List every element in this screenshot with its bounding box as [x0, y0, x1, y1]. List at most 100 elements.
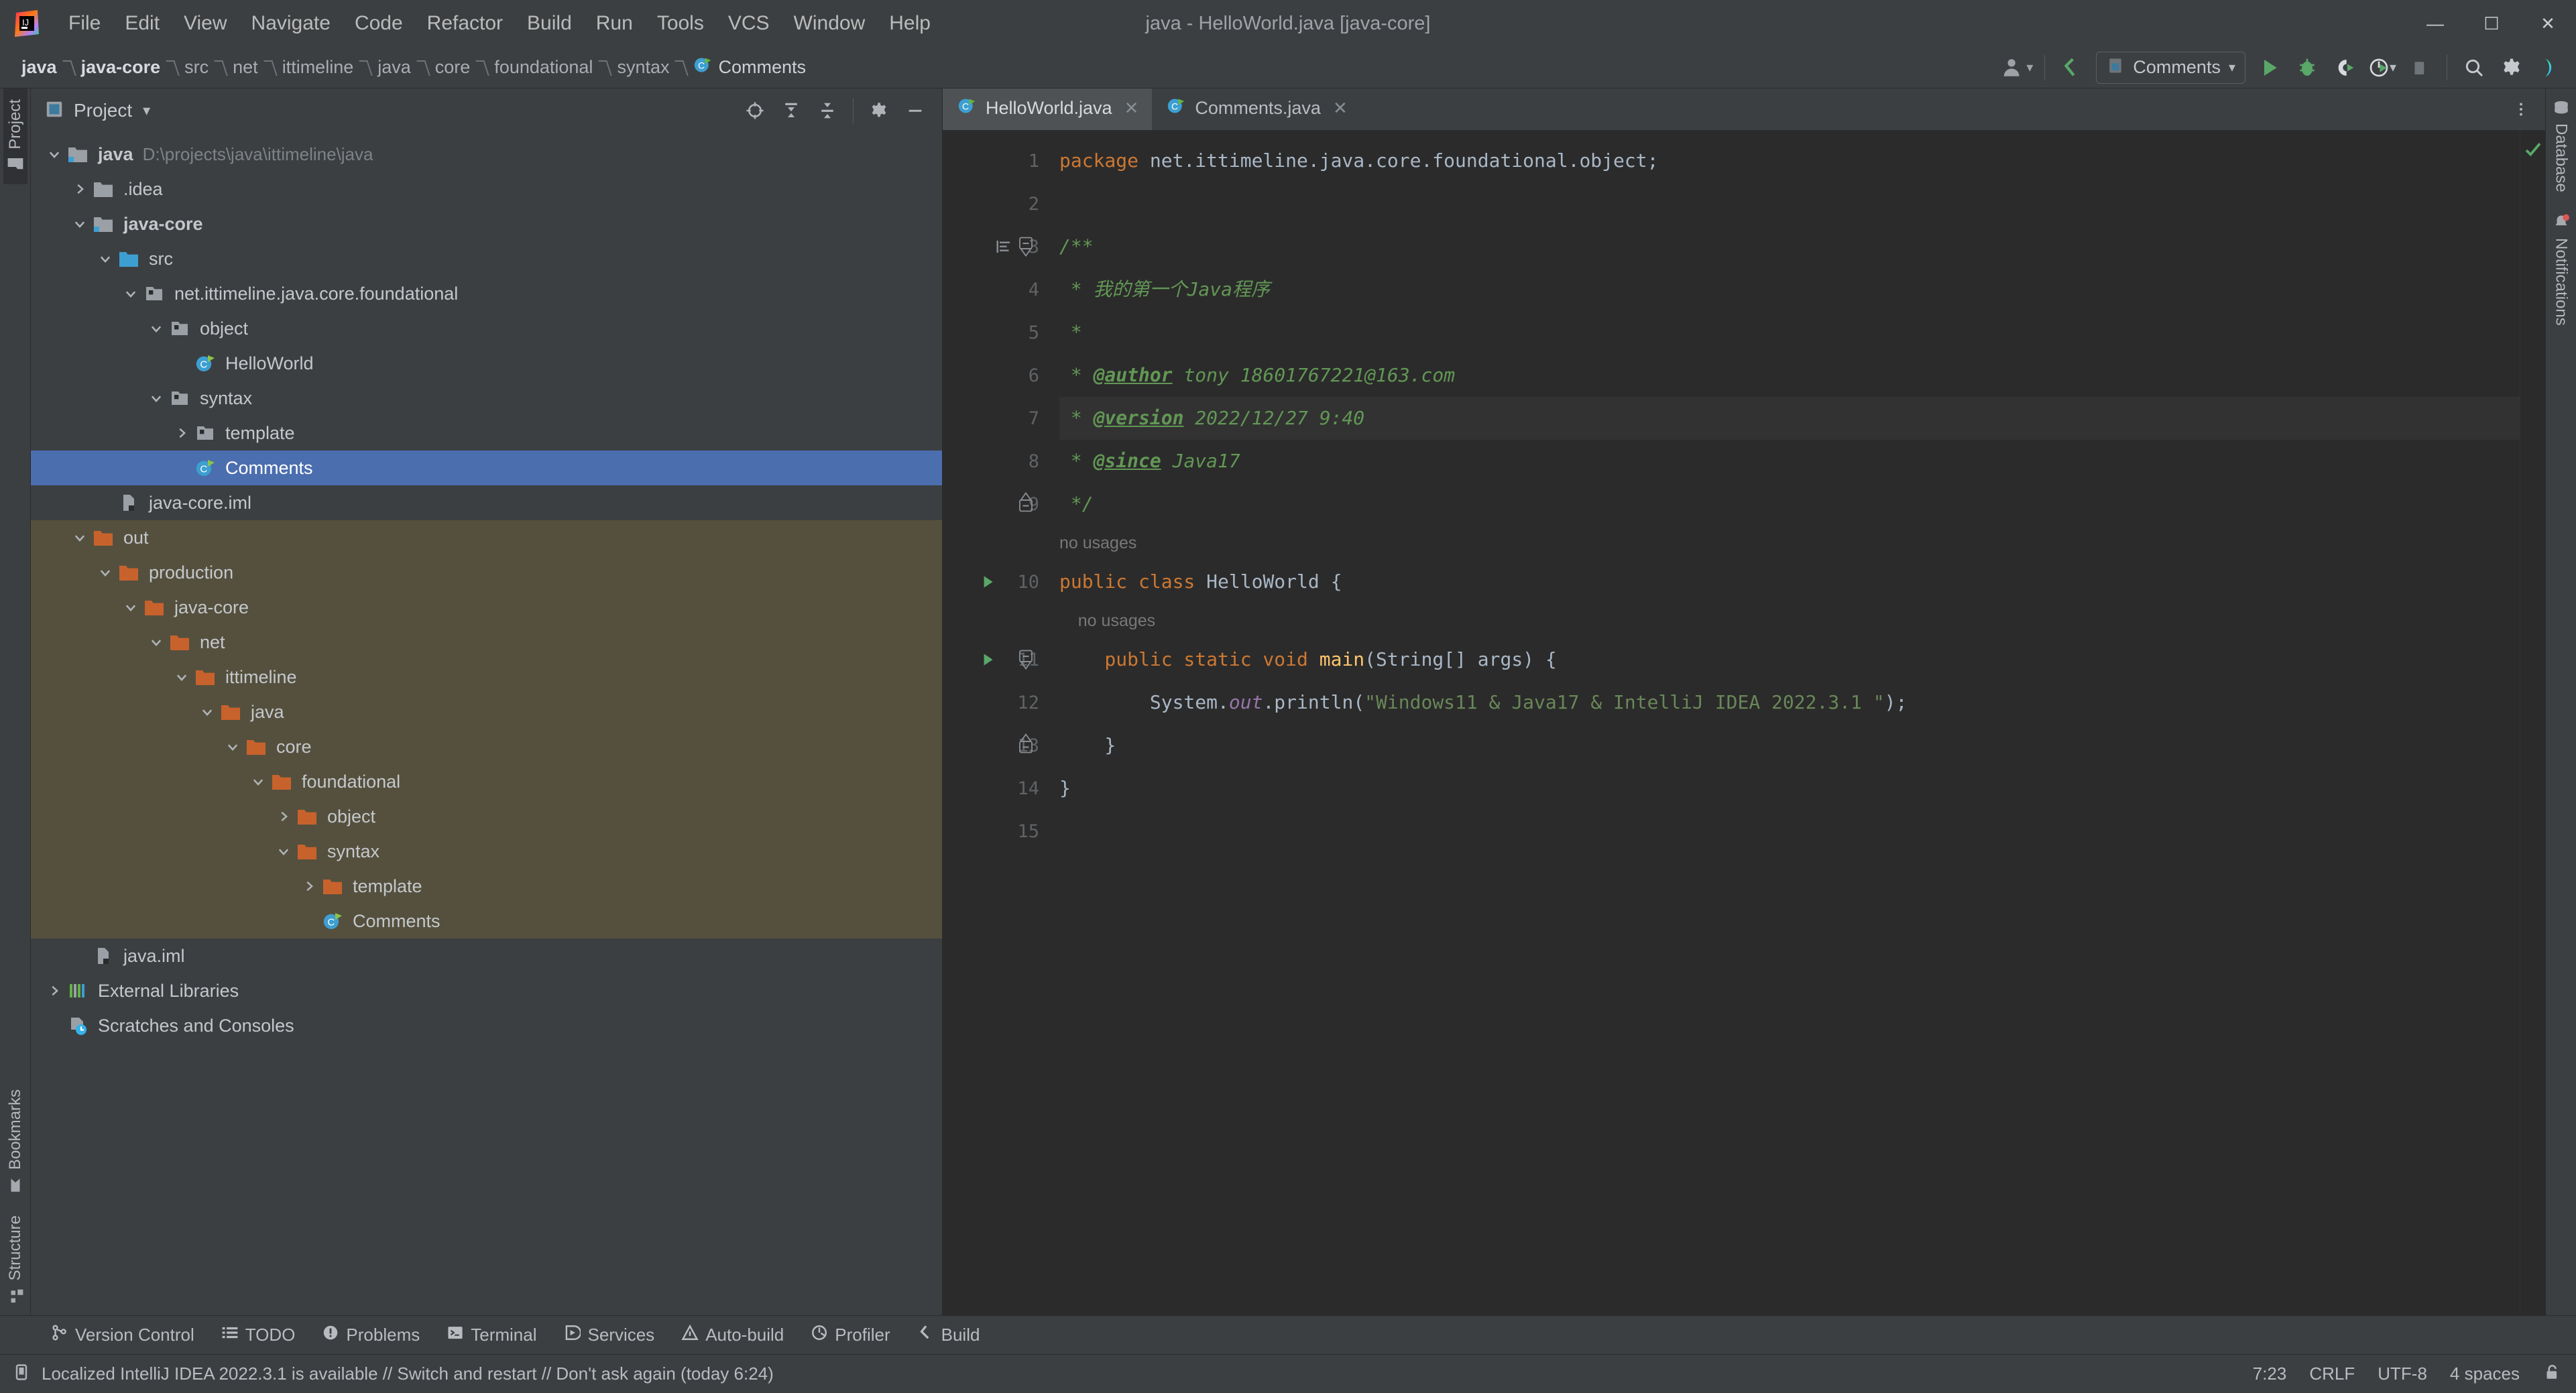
menu-item-view[interactable]: View — [172, 9, 239, 38]
stop-icon[interactable] — [2402, 50, 2437, 85]
gutter-line-number[interactable]: 1 — [943, 139, 1050, 182]
expand-all-icon[interactable] — [774, 93, 809, 128]
sidebar-item-project[interactable]: Project — [3, 88, 27, 184]
breadcrumb-item-foundational[interactable]: foundational — [487, 54, 599, 80]
run-icon[interactable] — [2252, 50, 2287, 85]
maximize-button[interactable]: ☐ — [2463, 0, 2520, 47]
gutter-line-number[interactable]: 7 — [943, 397, 1050, 440]
chevron-down-icon[interactable]: ▾ — [143, 102, 150, 119]
tree-node-core[interactable]: core — [31, 729, 942, 764]
chevron-right-icon[interactable] — [298, 879, 320, 894]
caret-position[interactable]: 7:23 — [2253, 1364, 2287, 1384]
tree-node-scratches-and-consoles[interactable]: Scratches and Consoles — [31, 1008, 942, 1043]
chevron-down-icon[interactable] — [145, 635, 168, 650]
code-line[interactable]: */ — [1059, 483, 2520, 526]
code-line[interactable]: * @since Java17 — [1059, 440, 2520, 483]
breadcrumb-item-src[interactable]: src — [178, 54, 215, 80]
code-line[interactable] — [1059, 182, 2520, 225]
tree-node-syntax[interactable]: syntax — [31, 834, 942, 869]
gutter-line-number[interactable]: 10 — [943, 560, 1050, 603]
tree-node-comments[interactable]: C Comments — [31, 904, 942, 938]
chevron-down-icon[interactable] — [68, 530, 91, 545]
editor-tab-helloworld[interactable]: C HelloWorld.java ✕ — [943, 88, 1153, 130]
tree-node-src[interactable]: src — [31, 241, 942, 276]
code-line[interactable]: public class HelloWorld { — [1059, 560, 2520, 603]
tree-node-object[interactable]: object — [31, 311, 942, 346]
menu-item-edit[interactable]: Edit — [113, 9, 172, 38]
menu-item-navigate[interactable]: Navigate — [239, 9, 343, 38]
bottom-tab-problems[interactable]: Problems — [308, 1320, 433, 1350]
run-configuration-selector[interactable]: Comments ▾ — [2096, 51, 2245, 84]
menu-item-build[interactable]: Build — [515, 9, 584, 38]
project-tree[interactable]: java D:\projects\java\ittimeline\java .ide… — [31, 133, 942, 1315]
sidebar-item-bookmarks[interactable]: Bookmarks — [3, 1079, 27, 1205]
bottom-tab-terminal[interactable]: Terminal — [433, 1320, 550, 1350]
inspections-ok-check-icon[interactable] — [2523, 139, 2543, 163]
tree-node-java[interactable]: java D:\projects\java\ittimeline\java — [31, 137, 942, 172]
gutter-line-number[interactable]: 9 — [943, 483, 1050, 526]
chevron-down-icon[interactable] — [272, 844, 295, 859]
breadcrumb-item-net[interactable]: net — [226, 54, 265, 80]
debug-icon[interactable] — [2290, 50, 2325, 85]
menu-item-vcs[interactable]: VCS — [716, 9, 782, 38]
file-encoding[interactable]: UTF-8 — [2378, 1364, 2427, 1384]
editor-text[interactable]: package net.ittimeline.java.core.foundat… — [1050, 130, 2520, 1315]
bottom-tab-todo[interactable]: TODO — [208, 1320, 309, 1350]
chevron-down-icon[interactable] — [221, 739, 244, 754]
chevron-down-icon[interactable] — [119, 600, 142, 615]
menu-item-run[interactable]: Run — [584, 9, 645, 38]
close-icon[interactable]: ✕ — [1124, 98, 1139, 119]
menu-item-file[interactable]: File — [56, 9, 113, 38]
gutter-line-number[interactable]: 2 — [943, 182, 1050, 225]
bottom-tab-services[interactable]: Services — [550, 1320, 668, 1350]
hide-panel-icon[interactable] — [898, 93, 933, 128]
editor-gutter[interactable]: 1 2 3 4 5 6 7 8 9 10 11 12 13 14 15 — [943, 130, 1050, 1315]
breadcrumb-item-comments[interactable]: C Comments — [687, 53, 813, 82]
code-line[interactable] — [1059, 810, 2520, 853]
breadcrumb-item-java[interactable]: java — [15, 54, 64, 80]
run-with-coverage-icon[interactable] — [2327, 50, 2362, 85]
tree-node-java[interactable]: java — [31, 694, 942, 729]
chevron-right-icon[interactable] — [272, 809, 295, 824]
status-message[interactable]: Localized IntelliJ IDEA 2022.3.1 is avai… — [42, 1364, 774, 1384]
code-line[interactable]: package net.ittimeline.java.core.foundat… — [1059, 139, 2520, 182]
breadcrumb-item-syntax[interactable]: syntax — [610, 54, 676, 80]
bottom-tab-profiler[interactable]: Profiler — [797, 1320, 903, 1350]
chevron-down-icon[interactable] — [247, 774, 270, 789]
menu-item-tools[interactable]: Tools — [645, 9, 716, 38]
tree-node-ittimeline[interactable]: ittimeline — [31, 660, 942, 694]
close-button[interactable]: ✕ — [2520, 0, 2576, 47]
tree-node-java-core[interactable]: java-core — [31, 206, 942, 241]
sidebar-item-notifications[interactable]: Notifications — [2549, 203, 2573, 337]
sidebar-item-structure[interactable]: Structure — [3, 1205, 27, 1315]
tree-node-java-core[interactable]: java-core — [31, 590, 942, 625]
chevron-right-icon[interactable] — [43, 983, 66, 998]
breadcrumb-item-java2[interactable]: java — [371, 54, 418, 80]
menu-item-refactor[interactable]: Refactor — [415, 9, 515, 38]
tree-node-net-ittimeline-java-core-foundational[interactable]: net.ittimeline.java.core.foundational — [31, 276, 942, 311]
code-line[interactable]: System.out.println("Windows11 & Java17 &… — [1059, 681, 2520, 724]
gutter-line-number[interactable]: 11 — [943, 638, 1050, 681]
chevron-down-icon[interactable] — [68, 217, 91, 231]
code-vision-hint[interactable]: no usages — [1059, 526, 2520, 560]
tree-node-helloworld[interactable]: C HelloWorld — [31, 346, 942, 381]
tree-node-comments[interactable]: C Comments — [31, 450, 942, 485]
unlocked-padlock-icon[interactable] — [2542, 1364, 2560, 1384]
gutter-line-number[interactable]: 4 — [943, 268, 1050, 311]
tree-node-java-iml[interactable]: java.iml — [31, 938, 942, 973]
tree-node-java-core-iml[interactable]: java-core.iml — [31, 485, 942, 520]
chevron-down-icon[interactable] — [94, 565, 117, 580]
gutter-line-number[interactable]: 15 — [943, 810, 1050, 853]
chevron-down-icon[interactable] — [43, 147, 66, 162]
settings-gear-icon[interactable] — [862, 93, 896, 128]
breadcrumb-item-java-core[interactable]: java-core — [74, 54, 168, 80]
tree-node-object[interactable]: object — [31, 799, 942, 834]
code-line[interactable]: * @version 2022/12/27 9:40 — [1059, 397, 2520, 440]
chevron-down-icon[interactable] — [145, 321, 168, 336]
editor-tab-comments[interactable]: C Comments.java ✕ — [1152, 88, 1360, 130]
tree-node-net[interactable]: net — [31, 625, 942, 660]
gutter-line-number[interactable]: 8 — [943, 440, 1050, 483]
code-line[interactable]: * — [1059, 311, 2520, 354]
tree-node-template[interactable]: template — [31, 869, 942, 904]
gutter-line-number[interactable]: 12 — [943, 681, 1050, 724]
